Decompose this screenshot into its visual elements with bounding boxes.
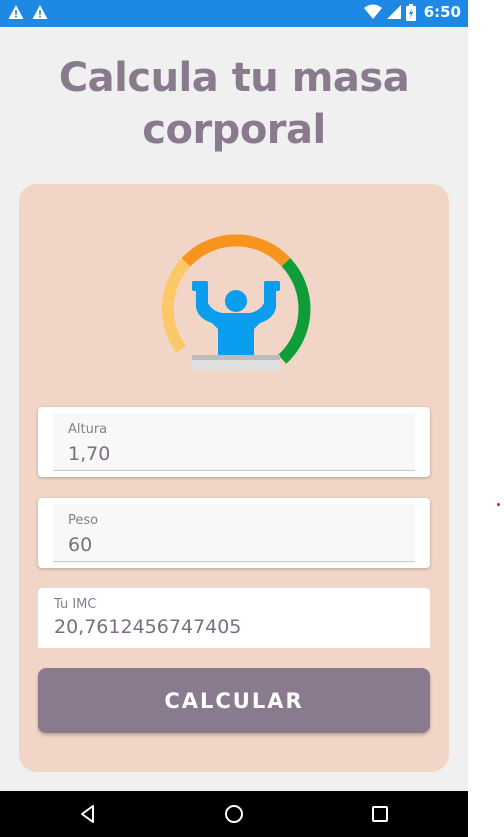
weight-input[interactable]: Peso 60 (53, 504, 415, 562)
calculate-button[interactable]: CALCULAR (38, 668, 430, 733)
phone-screen: 6:50 Calcula tu masa corporal Altura 1,7… (0, 0, 468, 837)
height-value[interactable]: 1,70 (68, 443, 110, 465)
page-title-line1: Calcula tu masa (58, 55, 410, 101)
page-title: Calcula tu masa corporal (0, 52, 468, 156)
weight-value[interactable]: 60 (68, 534, 92, 556)
status-notifications (8, 4, 48, 20)
weight-label: Peso (68, 513, 99, 528)
status-bar: 6:50 (0, 0, 468, 27)
weight-field[interactable]: Peso 60 (38, 498, 430, 568)
wifi-icon (363, 4, 382, 19)
warning-icon (32, 5, 48, 19)
height-field[interactable]: Altura 1,70 (38, 407, 430, 477)
bmi-result: Tu IMC 20,7612456747405 (38, 588, 430, 648)
status-system: 6:50 (363, 3, 461, 21)
strongman-gauge-icon (161, 234, 311, 370)
battery-icon (405, 3, 416, 21)
warning-icon (8, 5, 24, 19)
navigation-bar (0, 791, 468, 837)
red-dot (497, 503, 500, 506)
bmi-result-label: Tu IMC (54, 597, 97, 612)
recent-apps-icon[interactable] (368, 802, 392, 826)
status-time: 6:50 (423, 3, 461, 21)
home-icon[interactable] (222, 802, 246, 826)
bmi-result-value: 20,7612456747405 (54, 616, 242, 638)
page-title-line2: corporal (142, 107, 326, 153)
back-icon[interactable] (76, 802, 100, 826)
signal-icon (386, 5, 401, 19)
bmi-card: Altura 1,70 Peso 60 Tu IMC 20,7612456747… (19, 184, 449, 772)
height-label: Altura (68, 422, 108, 437)
height-input[interactable]: Altura 1,70 (53, 413, 415, 471)
